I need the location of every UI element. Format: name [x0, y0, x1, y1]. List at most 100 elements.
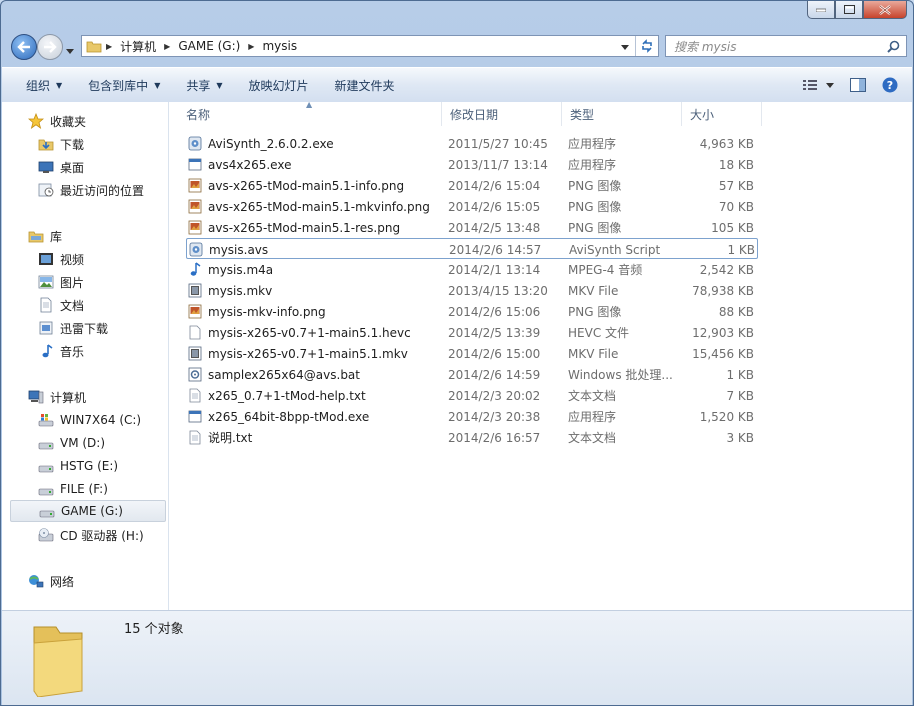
explorer-window: ▶ 计算机 ▶ GAME (G:) ▶ mysis 搜索 mysis 组织 ▼ … [0, 0, 914, 706]
nav-drive-c[interactable]: WIN7X64 (C:) [38, 409, 141, 431]
column-header-date[interactable]: 修改日期 [442, 102, 562, 126]
file-row[interactable]: AviSynth_2.6.0.2.exe 2011/5/27 10:45 应用程序 4… [186, 133, 758, 154]
organize-button[interactable]: 组织 ▼ [16, 72, 72, 98]
file-row[interactable]: mysis-mkv-info.png 2014/2/6 15:06 PNG 图像 88… [186, 301, 758, 322]
maximize-button[interactable] [835, 1, 863, 19]
file-name-cell[interactable]: mysis.avs [189, 239, 439, 260]
item-count: 15 个对象 [124, 622, 184, 637]
file-row[interactable]: mysis.m4a 2014/2/1 13:14 MPEG-4 音频 2,542 KB [186, 259, 758, 280]
file-row[interactable]: avs-x265-tMod-main5.1-res.png 2014/2/5 13… [186, 217, 758, 238]
recent-pages-dropdown[interactable] [66, 43, 74, 57]
file-name-cell[interactable]: avs4x265.exe [188, 154, 438, 175]
file-row[interactable]: mysis-x265-v0.7+1-main5.1.hevc 2014/2/5 1… [186, 322, 758, 343]
column-header-size[interactable]: 大小 [682, 102, 762, 126]
file-date: 2014/2/5 13:39 [448, 325, 541, 340]
nav-recent-places[interactable]: 最近访问的位置 [38, 179, 144, 201]
nav-drive-e[interactable]: HSTG (E:) [38, 455, 118, 477]
slideshow-button[interactable]: 放映幻灯片 [239, 72, 319, 98]
exe-icon [188, 157, 202, 172]
back-button[interactable] [11, 34, 37, 60]
new-folder-button[interactable]: 新建文件夹 [325, 72, 405, 98]
address-box[interactable]: ▶ 计算机 ▶ GAME (G:) ▶ mysis [81, 35, 659, 57]
file-row[interactable]: 说明.txt 2014/2/6 16:57 文本文档 3 KB [186, 427, 758, 448]
nav-favorites[interactable]: 收藏夹 [27, 110, 86, 132]
file-name-cell[interactable]: 说明.txt [188, 427, 438, 448]
minimize-button[interactable] [807, 1, 835, 19]
file-name-cell[interactable]: AviSynth_2.6.0.2.exe [188, 133, 438, 154]
video-icon [188, 283, 202, 298]
nav-drive-f[interactable]: FILE (F:) [38, 478, 108, 500]
nav-documents[interactable]: 文档 [38, 294, 84, 316]
file-row[interactable]: mysis-x265-v0.7+1-main5.1.mkv 2014/2/6 15… [186, 343, 758, 364]
chevron-down-icon: ▼ [216, 80, 223, 90]
view-details-icon [803, 80, 817, 90]
file-name-cell[interactable]: mysis.mkv [188, 280, 438, 301]
file-row[interactable]: mysis.mkv 2013/4/15 13:20 MKV File 78,938 K… [186, 280, 758, 301]
column-header-type[interactable]: 类型 [562, 102, 682, 126]
breadcrumb-mysis[interactable]: mysis [258, 36, 301, 56]
file-name-cell[interactable]: avs-x265-tMod-main5.1-mkvinfo.png [188, 196, 438, 217]
include-in-library-label: 包含到库中 [88, 78, 149, 93]
address-history-dropdown[interactable] [615, 39, 635, 53]
file-name-cell[interactable]: mysis-mkv-info.png [188, 301, 438, 322]
file-row[interactable]: x265_64bit-8bpp-tMod.exe 2014/2/3 20:38 应用… [186, 406, 758, 427]
file-name-cell[interactable]: avs-x265-tMod-main5.1-res.png [188, 217, 438, 238]
breadcrumb-separator[interactable]: ▶ [160, 42, 174, 51]
file-size: 70 KB [718, 199, 754, 214]
file-name-cell[interactable]: x265_64bit-8bpp-tMod.exe [188, 406, 438, 427]
preview-pane-icon [850, 78, 866, 92]
nav-desktop[interactable]: 桌面 [38, 156, 84, 178]
file-name: avs4x265.exe [208, 157, 292, 172]
nav-drive-h[interactable]: CD 驱动器 (H:) [38, 524, 144, 546]
arrow-right-icon [44, 41, 57, 53]
preview-pane-button[interactable] [842, 72, 874, 98]
file-name-cell[interactable]: mysis-x265-v0.7+1-main5.1.mkv [188, 343, 438, 364]
breadcrumb-game-drive[interactable]: GAME (G:) [174, 36, 244, 56]
nav-pictures-label: 图片 [60, 275, 85, 290]
file-name-cell[interactable]: mysis.m4a [188, 259, 438, 280]
nav-pictures[interactable]: 图片 [38, 271, 84, 293]
include-in-library-button[interactable]: 包含到库中 ▼ [78, 72, 170, 98]
nav-drive-d[interactable]: VM (D:) [38, 432, 105, 454]
breadcrumb-computer[interactable]: 计算机 [116, 36, 160, 56]
nav-drive-g[interactable]: GAME (G:) [10, 500, 166, 522]
breadcrumb-separator[interactable]: ▶ [244, 42, 258, 51]
nav-thunder-downloads[interactable]: 迅雷下载 [38, 317, 108, 339]
forward-button[interactable] [37, 34, 63, 60]
change-view-button[interactable] [798, 72, 822, 98]
desktop-icon [38, 159, 54, 175]
file-size: 105 KB [711, 220, 754, 235]
search-icon[interactable] [881, 40, 906, 53]
file-name-cell[interactable]: x265_0.7+1-tMod-help.txt [188, 385, 438, 406]
file-row[interactable]: avs-x265-tMod-main5.1-mkvinfo.png 2014/2/… [186, 196, 758, 217]
chevron-down-icon [66, 49, 74, 54]
nav-videos[interactable]: 视频 [38, 248, 84, 270]
file-row[interactable]: avs4x265.exe 2013/11/7 13:14 应用程序 18 KB [186, 154, 758, 175]
nav-libraries[interactable]: 库 [28, 225, 62, 247]
nav-music[interactable]: 音乐 [38, 340, 84, 362]
folder-icon [86, 39, 102, 53]
file-name-cell[interactable]: mysis-x265-v0.7+1-main5.1.hevc [188, 322, 438, 343]
large-folder-icon [30, 619, 86, 700]
help-button[interactable]: ? [874, 72, 912, 98]
file-row[interactable]: x265_0.7+1-tMod-help.txt 2014/2/3 20:02 文本… [186, 385, 758, 406]
file-name-cell[interactable]: avs-x265-tMod-main5.1-info.png [188, 175, 438, 196]
file-type: AviSynth Script [569, 242, 661, 257]
computer-icon [28, 389, 44, 405]
file-name-cell[interactable]: samplex265x64@avs.bat [188, 364, 438, 385]
search-input[interactable]: 搜索 mysis [666, 38, 881, 55]
refresh-button[interactable] [635, 36, 658, 56]
file-row[interactable]: avs-x265-tMod-main5.1-info.png 2014/2/6 1… [186, 175, 758, 196]
file-row[interactable]: samplex265x64@avs.bat 2014/2/6 14:59 Windo… [186, 364, 758, 385]
close-button[interactable] [863, 1, 907, 19]
file-row[interactable]: mysis.avs 2014/2/6 14:57 AviSynth Script 1 … [186, 238, 758, 259]
breadcrumb-separator[interactable]: ▶ [102, 42, 116, 51]
nav-network[interactable]: 网络 [28, 570, 74, 592]
view-options-dropdown[interactable] [822, 72, 842, 98]
chevron-down-icon [621, 45, 629, 50]
nav-computer[interactable]: 计算机 [28, 386, 86, 408]
search-box[interactable]: 搜索 mysis [665, 35, 907, 57]
column-header-name[interactable]: 名称 ▲ [178, 100, 442, 126]
share-button[interactable]: 共享 ▼ [176, 72, 232, 98]
nav-downloads[interactable]: 下载 [38, 133, 84, 155]
